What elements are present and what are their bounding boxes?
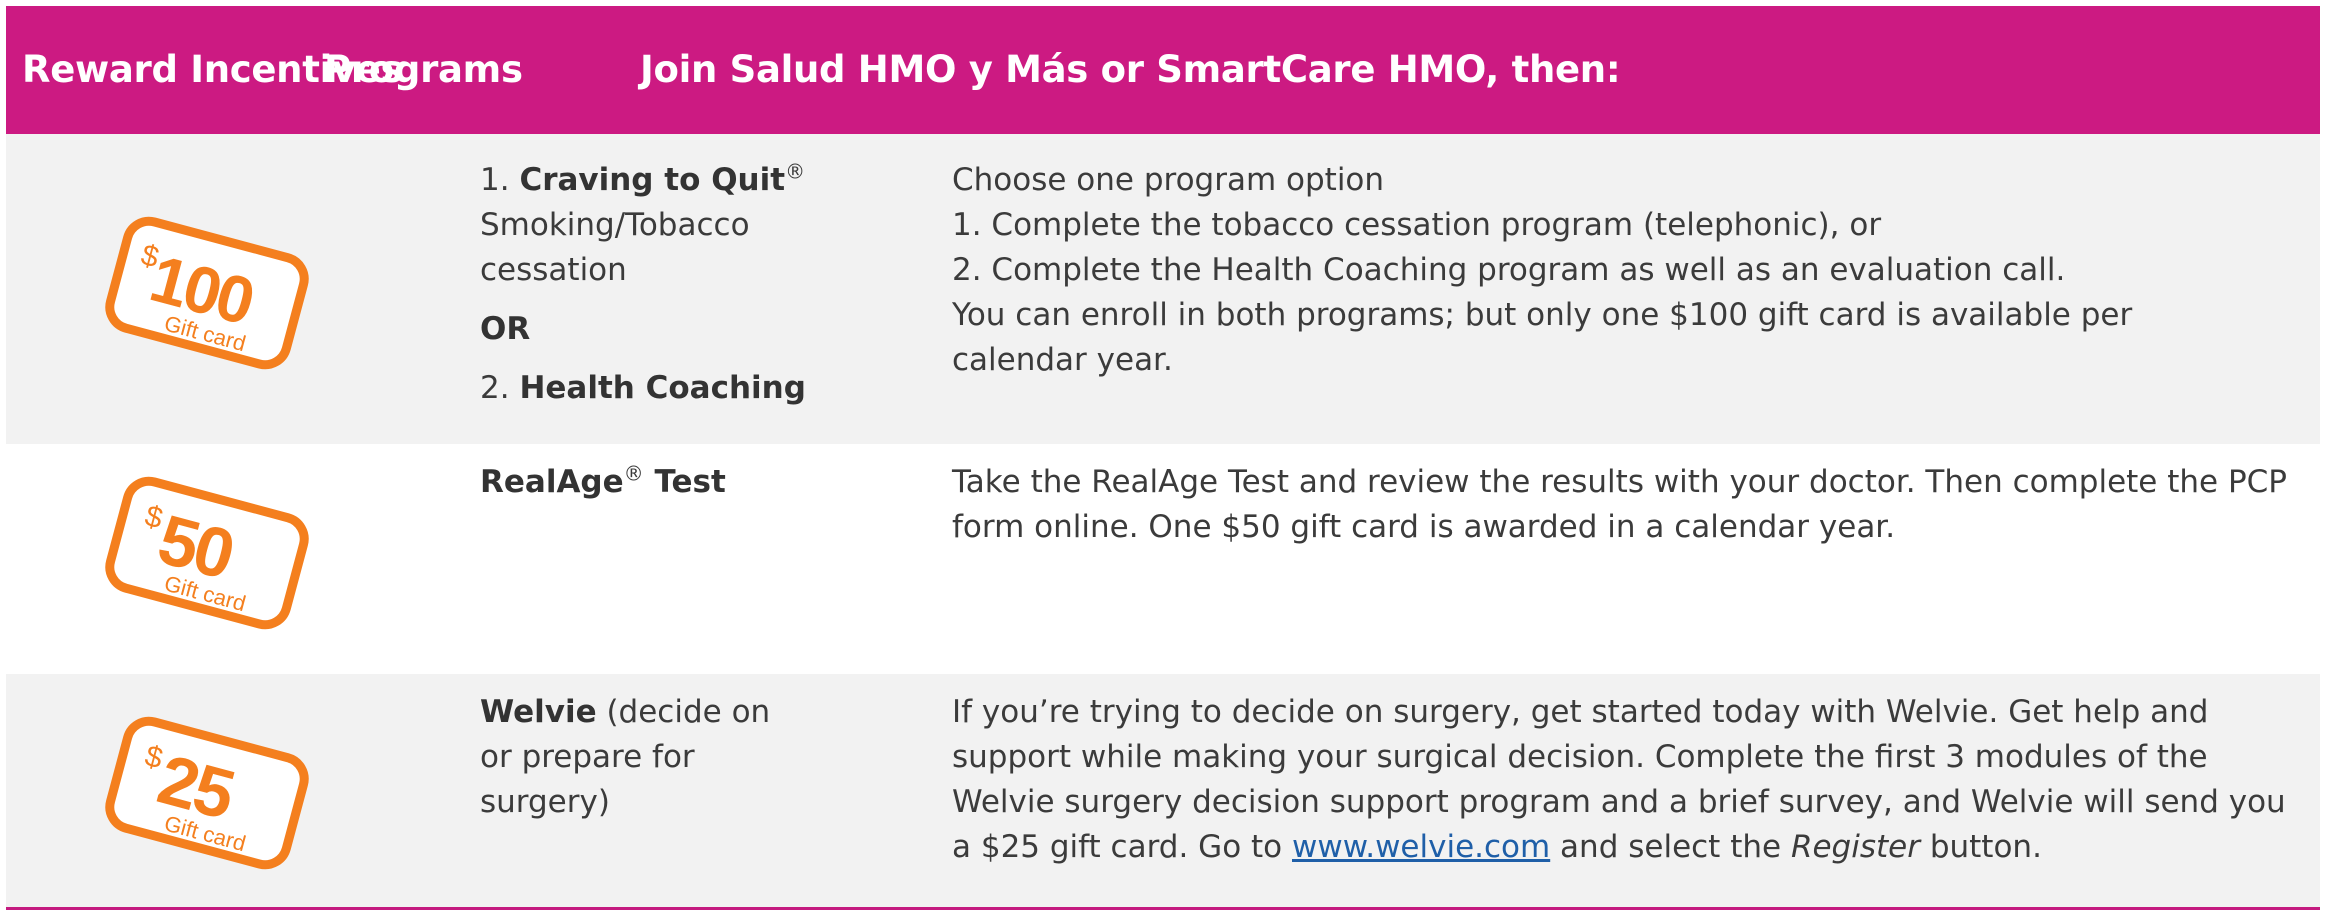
description-cell: Take the RealAge Test and review the res… [952,460,2292,550]
description-line: Choose one program option [952,162,1385,198]
registered-mark: ® [785,159,806,184]
rewards-table: Reward Incentives Programs Join Salud HM… [6,6,2320,910]
program-name-realage: RealAge [480,464,624,500]
program-name-health-coaching: Health Coaching [519,370,806,406]
gift-card-50-icon: $ 50 Gift card [104,474,310,632]
program-name-craving-to-quit: Craving to Quit [519,162,786,198]
description-text: Take the RealAge Test and review the res… [952,464,2287,545]
header-join-instructions: Join Salud HMO y Más or SmartCare HMO, t… [640,48,1621,91]
program-number: 2. [480,370,510,406]
description-line: 2. Complete the Health Coaching program … [952,252,2066,288]
program-cell: 1. Craving to Quit® Smoking/Tobacco cess… [480,158,900,411]
description-line: 1. Complete the tobacco cessation progra… [952,207,1882,243]
program-number: 1. [480,162,510,198]
program-name-welvie: Welvie [480,694,597,730]
or-label: OR [480,311,531,347]
program-desc: Smoking/Tobacco cessation [480,207,750,288]
table-row: $ 50 Gift card RealAge® Test Take the Re… [6,444,2320,674]
description-cell: Choose one program option 1. Complete th… [952,158,2292,383]
program-cell: RealAge® Test [480,460,900,505]
description-text: and select the [1550,829,1791,865]
registered-mark: ® [623,461,644,486]
program-name-suffix: Test [643,464,726,500]
table-row: $ 100 Gift card 1. Craving to Quit® Smok… [6,134,2320,444]
table-header: Reward Incentives Programs Join Salud HM… [6,6,2320,134]
description-text: button. [1919,829,2042,865]
header-programs: Programs [324,48,523,91]
program-cell: Welvie (decide on or prepare for surgery… [480,690,810,825]
description-cell: If you’re trying to decide on surgery, g… [952,690,2292,870]
welvie-link[interactable]: www.welvie.com [1292,829,1550,865]
table-row: $ 25 Gift card Welvie (decide on or prep… [6,674,2320,907]
gift-card-100-icon: $ 100 Gift card [104,214,310,372]
register-emphasis: Register [1790,829,1920,865]
description-line: You can enroll in both programs; but onl… [952,297,2133,378]
gift-card-25-icon: $ 25 Gift card [104,714,310,872]
